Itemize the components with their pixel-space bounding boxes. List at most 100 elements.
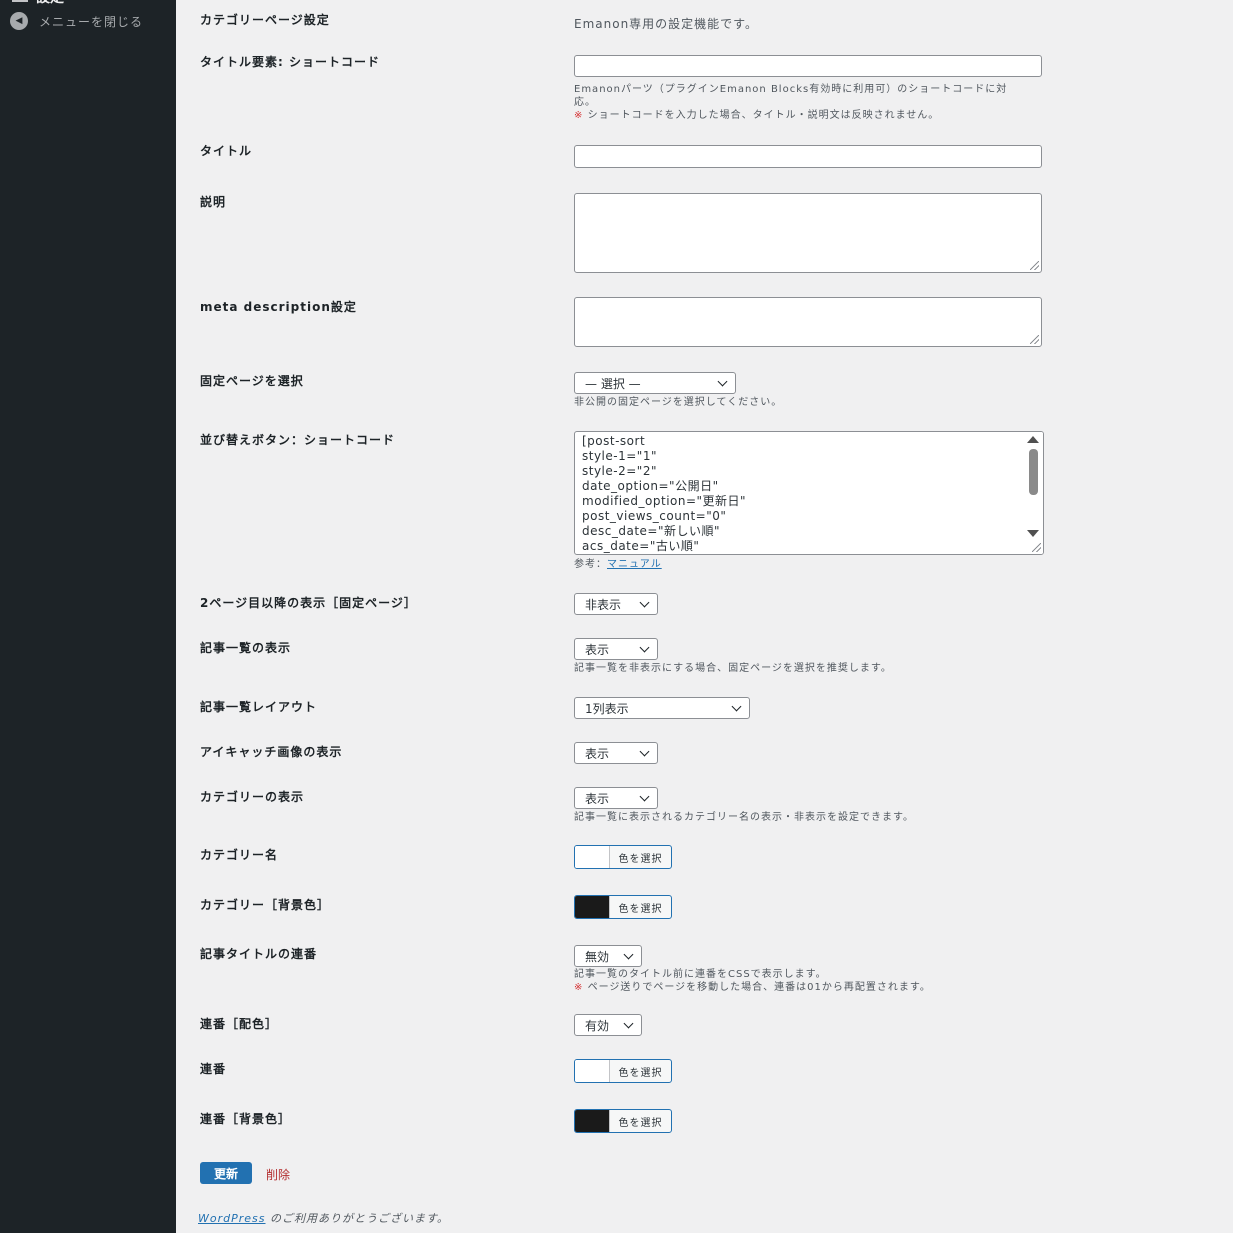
code-line: post_views_count="0" [582, 509, 727, 523]
desc-line: ※ ショートコードを入力した場合、タイトル・説明文は反映されません。 [574, 109, 1007, 122]
desc-line: Emanonパーツ（プラグインEmanon Blocks有効時に利用可）のショー… [574, 84, 1008, 95]
fixed-page-select[interactable]: — 選択 — [574, 372, 736, 394]
post-list-display-desc: 記事一覧を非表示にする場合、固定ページを選択を推奨します。 [574, 663, 892, 674]
desc-line: ※ ページ送りでページを移動した場合、連番は01から再配置されます。 [574, 981, 931, 994]
scroll-up-arrow-icon[interactable] [1027, 436, 1039, 443]
admin-footer: WordPress のご利用ありがとうございます。 [198, 1210, 449, 1226]
title-numbering-select[interactable]: 無効 [574, 945, 642, 967]
select-value: 表示 [585, 791, 610, 806]
label-category-name-color: カテゴリー名 [200, 848, 279, 862]
intro-text: Emanon専用の設定機能です。 [574, 17, 758, 31]
fixed-page-desc: 非公開の固定ページを選択してください。 [574, 397, 783, 408]
scrollbar[interactable] [1025, 432, 1043, 554]
main-content: カテゴリーページ設定 Emanon専用の設定機能です。 タイトル要素: ショート… [176, 0, 1233, 1233]
chevron-down-icon [639, 746, 650, 757]
select-value: 無効 [585, 949, 610, 964]
color-swatch [575, 1060, 610, 1082]
section-title-category-page: カテゴリーページ設定 [200, 13, 330, 27]
sort-shortcode-content: [post-sort style-1="1" style-2="2" date_… [582, 434, 746, 554]
chevron-down-icon [623, 949, 634, 960]
label-post-list-display: 記事一覧の表示 [200, 641, 292, 655]
category-display-desc: 記事一覧に表示されるカテゴリー名の表示・非表示を設定できます。 [574, 812, 914, 823]
desc-line: 記事一覧のタイトル前に連番をCSSで表示します。 [574, 969, 827, 980]
title-input[interactable] [574, 145, 1042, 168]
label-category-display: カテゴリーの表示 [200, 790, 305, 804]
post-list-display-select[interactable]: 表示 [574, 638, 658, 660]
manual-link[interactable]: マニュアル [607, 559, 662, 570]
collapse-menu-button[interactable]: ◀ メニューを閉じる [10, 12, 143, 30]
code-line: style-2="2" [582, 464, 657, 478]
note-mark: ※ [574, 982, 584, 993]
collapse-menu-label: メニューを閉じる [39, 14, 144, 29]
category-bg-color-button[interactable]: 色を選択 [574, 895, 672, 919]
meta-description-textarea[interactable] [574, 297, 1042, 347]
collapse-arrow-icon: ◀ [10, 12, 28, 30]
label-post-list-layout: 記事一覧レイアウト [200, 700, 318, 714]
label-numbering-color: 連番 [200, 1062, 227, 1076]
post-list-layout-select[interactable]: 1列表示 [574, 697, 750, 719]
resize-handle-icon[interactable] [1030, 335, 1039, 344]
sort-shortcode-textarea[interactable]: [post-sort style-1="1" style-2="2" date_… [574, 431, 1044, 555]
category-display-select[interactable]: 表示 [574, 787, 658, 809]
chevron-down-icon [639, 642, 650, 653]
label-category-bg-color: カテゴリー［背景色］ [200, 898, 331, 912]
color-button-label: 色を選択 [618, 1117, 663, 1129]
sort-shortcode-ref: 参考：マニュアル [574, 558, 662, 571]
category-name-color-button[interactable]: 色を選択 [574, 845, 672, 869]
scrollbar-thumb[interactable] [1029, 449, 1038, 495]
title-shortcode-desc: Emanonパーツ（プラグインEmanon Blocks有効時に利用可）のショー… [574, 83, 1007, 122]
label-title: タイトル [200, 144, 253, 158]
eyecatch-display-select[interactable]: 表示 [574, 742, 658, 764]
select-value: 表示 [585, 746, 610, 761]
title-shortcode-input[interactable] [574, 55, 1042, 77]
settings-icon [12, 0, 28, 2]
color-button-label: 色を選択 [618, 1067, 663, 1079]
chevron-down-icon [717, 376, 728, 387]
label-description: 説明 [200, 195, 227, 209]
label-meta-description: meta description設定 [200, 300, 357, 314]
select-value: 有効 [585, 1018, 610, 1033]
chevron-down-icon [639, 791, 650, 802]
numbering-scheme-select[interactable]: 有効 [574, 1014, 642, 1036]
select-value: — 選択 — [585, 376, 641, 391]
code-line: modified_option="更新日" [582, 494, 747, 508]
code-line: date_option="公開日" [582, 479, 719, 493]
description-textarea[interactable] [574, 193, 1042, 273]
chevron-down-icon [623, 1018, 634, 1029]
label-title-numbering: 記事タイトルの連番 [200, 947, 318, 961]
color-swatch [575, 896, 610, 918]
update-button[interactable]: 更新 [200, 1162, 252, 1184]
code-line: acs_date="古い順" [582, 539, 700, 553]
scroll-down-arrow-icon[interactable] [1027, 530, 1039, 537]
label-eyecatch-display: アイキャッチ画像の表示 [200, 745, 343, 759]
desc-line: 応。 [574, 97, 596, 108]
resize-handle-icon[interactable] [1030, 261, 1039, 270]
select-value: 非表示 [585, 597, 622, 612]
numbering-bg-color-button[interactable]: 色を選択 [574, 1109, 672, 1133]
code-line: desc_date="新しい順" [582, 524, 721, 538]
desc-note-text: ページ送りでページを移動した場合、連番は01から再配置されます。 [587, 982, 931, 993]
sidebar-item-settings[interactable]: 設定 [12, 0, 64, 7]
delete-link[interactable]: 削除 [266, 1166, 290, 1183]
title-numbering-desc: 記事一覧のタイトル前に連番をCSSで表示します。 ※ ページ送りでページを移動し… [574, 968, 931, 994]
admin-sidebar: 設定 ◀ メニューを閉じる [0, 0, 176, 1233]
chevron-down-icon [731, 701, 742, 712]
select-value: 1列表示 [585, 701, 629, 716]
sidebar-item-label: 設定 [36, 0, 64, 7]
wordpress-link[interactable]: WordPress [198, 1212, 266, 1225]
code-line: [post-sort [582, 434, 646, 448]
label-page2-display: 2ページ目以降の表示［固定ページ］ [200, 596, 417, 610]
label-numbering-scheme: 連番［配色］ [200, 1017, 279, 1031]
resize-handle-icon[interactable] [1032, 543, 1041, 552]
page2-display-select[interactable]: 非表示 [574, 593, 658, 615]
label-sort-shortcode: 並び替えボタン：ショートコード [200, 433, 396, 447]
code-line: style-1="1" [582, 449, 657, 463]
numbering-color-button[interactable]: 色を選択 [574, 1059, 672, 1083]
note-mark: ※ [574, 110, 584, 121]
label-fixed-page: 固定ページを選択 [200, 374, 304, 388]
chevron-down-icon [639, 597, 650, 608]
color-button-label: 色を選択 [618, 853, 663, 865]
color-swatch [575, 846, 610, 868]
footer-text: のご利用ありがとうございます。 [265, 1212, 449, 1225]
color-button-label: 色を選択 [618, 903, 663, 915]
